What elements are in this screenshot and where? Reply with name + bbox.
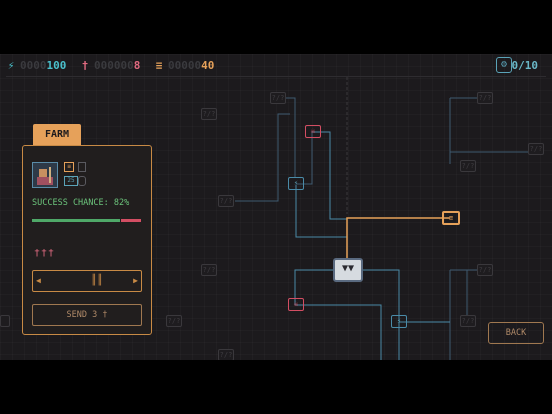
locked-node[interactable]: ?/? bbox=[477, 264, 493, 276]
panel-title: FARM bbox=[33, 124, 81, 145]
locked-node[interactable] bbox=[0, 315, 10, 327]
food-icon: ≡ bbox=[64, 162, 74, 172]
game-screen: ⚡ 0000 100 † 000000 8 ≡ 00000 40 ⚙ 0/10 bbox=[0, 54, 552, 360]
empty-slot bbox=[78, 162, 86, 172]
locked-node[interactable]: ?/? bbox=[218, 349, 234, 360]
locked-node[interactable]: ?/? bbox=[477, 92, 493, 104]
send-button[interactable]: SEND 3 † bbox=[32, 304, 142, 326]
farm-node-selected[interactable]: ≡ bbox=[442, 211, 460, 225]
level-badge: 25 bbox=[64, 176, 78, 186]
energy-node[interactable]: ⚡ bbox=[288, 177, 304, 190]
locked-node[interactable]: ?/? bbox=[166, 315, 182, 327]
energy-node[interactable]: ⚡ bbox=[391, 315, 407, 328]
success-bar-fill bbox=[32, 219, 120, 222]
locked-node[interactable]: ?/? bbox=[460, 315, 476, 327]
raid-node[interactable]: ☠ bbox=[288, 298, 304, 311]
toggle-icon bbox=[78, 176, 86, 186]
locked-node[interactable]: ?/? bbox=[460, 160, 476, 172]
arrow-left-icon[interactable]: ◀ bbox=[36, 276, 41, 285]
locked-node[interactable]: ?/? bbox=[528, 143, 544, 155]
unit-count-slider[interactable]: ◀ ║║ ▶ bbox=[32, 270, 142, 292]
locked-node[interactable]: ?/? bbox=[201, 264, 217, 276]
slider-handle[interactable]: ║║ bbox=[90, 274, 104, 288]
locked-node[interactable]: ?/? bbox=[201, 108, 217, 120]
locked-node[interactable]: ?/? bbox=[218, 195, 234, 207]
unit-portrait bbox=[32, 162, 58, 188]
raid-node[interactable]: ☠ bbox=[305, 125, 321, 138]
back-button[interactable]: BACK bbox=[488, 322, 544, 344]
arrow-right-icon[interactable]: ▶ bbox=[133, 276, 138, 285]
locked-node[interactable]: ?/? bbox=[270, 92, 286, 104]
people-icons: ††† bbox=[34, 248, 56, 259]
farmer-sprite-icon bbox=[37, 167, 53, 185]
success-chance-label: SUCCESS CHANCE: 82% bbox=[32, 198, 130, 208]
boss-node[interactable]: ▼▼ bbox=[333, 258, 363, 282]
failure-bar-fill bbox=[121, 219, 141, 222]
